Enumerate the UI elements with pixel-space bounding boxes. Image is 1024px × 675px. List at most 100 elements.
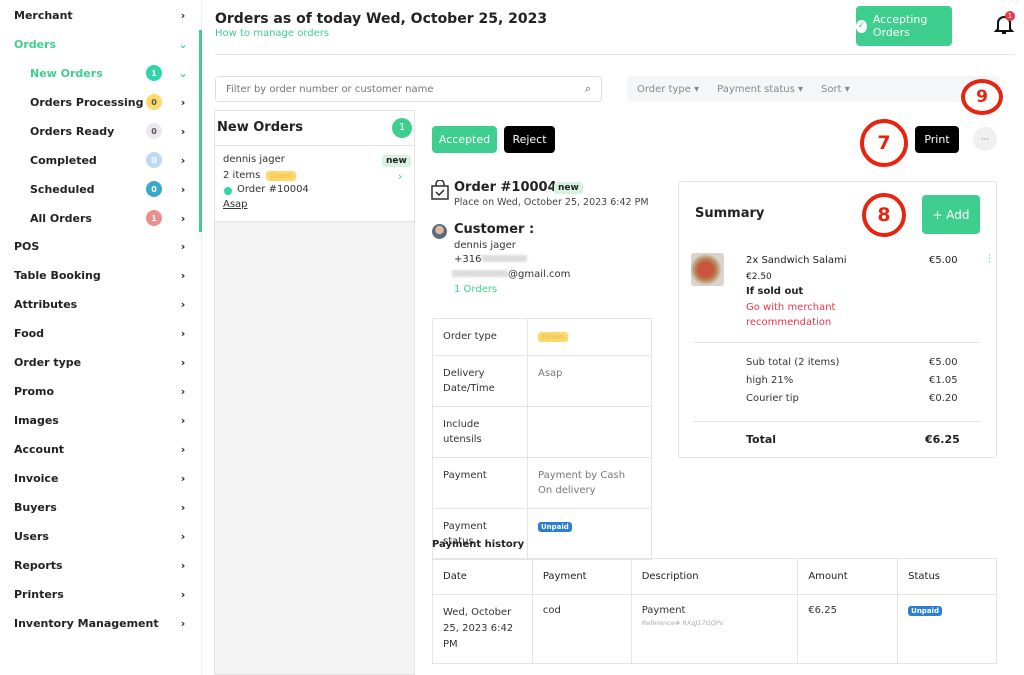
- sidebar-item-buyers[interactable]: Buyers ›: [14, 498, 190, 516]
- accepting-orders-button[interactable]: ✓ Accepting Orders: [856, 6, 952, 46]
- help-link[interactable]: How to manage orders: [215, 28, 329, 39]
- sidebar-item-account[interactable]: Account ›: [14, 440, 190, 458]
- sidebar-item-new-orders[interactable]: New Orders 1 ⌄: [30, 64, 190, 82]
- order-card[interactable]: dennis jager new 2 items Dinein › Order …: [215, 146, 414, 222]
- chevron-right-icon[interactable]: ›: [176, 154, 190, 167]
- sidebar-item-label: Orders Processing: [30, 95, 144, 109]
- more-options-button[interactable]: ···: [973, 127, 997, 151]
- payment-status-dropdown[interactable]: Payment status ▾: [717, 84, 803, 95]
- chevron-right-icon[interactable]: ›: [176, 269, 190, 282]
- sidebar-item-reports[interactable]: Reports ›: [14, 556, 190, 574]
- item-menu-icon[interactable]: ⋮: [985, 254, 994, 264]
- order-card-customer: dennis jager: [223, 154, 285, 165]
- check-circle-icon: ✓: [856, 19, 867, 33]
- sidebar-item-promo[interactable]: Promo ›: [14, 382, 190, 400]
- sidebar-item-label: Food: [14, 326, 45, 340]
- order-card-type: Dinein: [266, 171, 297, 181]
- column-header: Description: [630, 558, 799, 595]
- customer-name: dennis jager: [454, 240, 516, 251]
- chevron-right-icon[interactable]: ›: [176, 617, 190, 630]
- status-badge: Unpaid: [908, 606, 942, 616]
- chevron-right-icon[interactable]: ›: [176, 183, 190, 196]
- search-input[interactable]: [216, 77, 556, 101]
- chevron-right-icon[interactable]: ›: [176, 96, 190, 109]
- info-row: Include utensils: [432, 406, 652, 458]
- chevron-right-icon[interactable]: ›: [176, 240, 190, 253]
- chevron-right-icon[interactable]: ›: [176, 356, 190, 369]
- order-type-dropdown[interactable]: Order type ▾: [637, 84, 699, 95]
- sidebar-item-table-booking[interactable]: Table Booking ›: [14, 266, 190, 284]
- sidebar-item-printers[interactable]: Printers ›: [14, 585, 190, 603]
- accepting-orders-label: Accepting Orders: [872, 13, 928, 39]
- status-dot: [224, 187, 232, 195]
- chevron-right-icon[interactable]: ›: [176, 472, 190, 485]
- sidebar-item-food[interactable]: Food ›: [14, 324, 190, 342]
- chevron-right-icon[interactable]: ›: [176, 530, 190, 543]
- chevron-right-icon[interactable]: ›: [176, 385, 190, 398]
- sidebar-item-pos[interactable]: POS ›: [14, 237, 190, 255]
- summary-row-value: €0.20: [929, 393, 958, 404]
- print-button[interactable]: Print: [915, 126, 959, 153]
- summary-row-label: Courier tip: [746, 393, 799, 404]
- sidebar-item-completed[interactable]: Completed 0 ›: [30, 151, 190, 169]
- accepted-button[interactable]: Accepted: [432, 126, 497, 153]
- chevron-right-icon[interactable]: ›: [176, 125, 190, 138]
- sort-dropdown[interactable]: Sort ▾: [821, 84, 850, 95]
- sidebar-item-label: Completed: [30, 153, 97, 167]
- summary-card: Summary + Add 2x Sandwich Salami €5.00 ⋮…: [678, 181, 997, 458]
- sidebar-item-orders-processing[interactable]: Orders Processing 0 ›: [30, 93, 190, 111]
- chevron-down-icon[interactable]: ⌄: [176, 67, 190, 80]
- order-card-number: Order #10004: [237, 184, 309, 195]
- sidebar-item-invoice[interactable]: Invoice ›: [14, 469, 190, 487]
- sidebar-item-merchant[interactable]: Merchant ›: [14, 6, 190, 24]
- chevron-right-icon[interactable]: ›: [176, 9, 190, 22]
- orders-list-count: 1: [392, 118, 412, 138]
- chevron-right-icon[interactable]: ›: [176, 501, 190, 514]
- sidebar-item-all-orders[interactable]: All Orders 1 ›: [30, 209, 190, 227]
- notification-bell[interactable]: 1: [993, 11, 1016, 38]
- sidebar-item-order-type[interactable]: Order type ›: [14, 353, 190, 371]
- sidebar-item-orders-ready[interactable]: Orders Ready 0 ›: [30, 122, 190, 140]
- count-badge: 0: [146, 123, 162, 139]
- add-item-button[interactable]: + Add: [922, 195, 980, 234]
- chevron-down-icon[interactable]: ⌄: [176, 38, 190, 51]
- sidebar-item-label: Orders Ready: [30, 124, 115, 138]
- orders-list-title: New Orders: [217, 120, 303, 135]
- page-title: Orders as of today Wed, October 25, 2023: [215, 11, 548, 27]
- reject-button[interactable]: Reject: [504, 126, 555, 153]
- sidebar-item-inventory-management[interactable]: Inventory Management ›: [14, 614, 190, 632]
- sidebar-item-label: Promo: [14, 384, 55, 398]
- status-badge: Unpaid: [538, 522, 572, 532]
- customer-orders-link[interactable]: 1 Orders: [454, 284, 497, 295]
- count-badge: 0: [146, 152, 162, 168]
- annotation-8: 8: [862, 193, 906, 237]
- chevron-right-icon[interactable]: ›: [176, 559, 190, 572]
- chevron-right-icon[interactable]: ›: [176, 298, 190, 311]
- sidebar-item-label: Scheduled: [30, 182, 95, 196]
- customer-phone: +316: [454, 254, 528, 265]
- filter-bar: Order type ▾ Payment status ▾ Sort ▾: [627, 76, 1000, 102]
- sidebar-item-users[interactable]: Users ›: [14, 527, 190, 545]
- item-image: [691, 253, 724, 286]
- search-field[interactable]: ⌕: [215, 76, 602, 102]
- chevron-right-icon[interactable]: ›: [398, 170, 402, 183]
- payment-amount: €6.25: [808, 605, 837, 616]
- sidebar-item-label: Account: [14, 442, 65, 456]
- sidebar-item-orders[interactable]: Orders ⌄: [14, 35, 190, 53]
- chevron-right-icon[interactable]: ›: [176, 588, 190, 601]
- sidebar-item-attributes[interactable]: Attributes ›: [14, 295, 190, 313]
- search-icon[interactable]: ⌕: [585, 82, 591, 96]
- sidebar-item-label: Merchant: [14, 8, 73, 22]
- notification-count: 1: [1005, 11, 1015, 21]
- chevron-right-icon[interactable]: ›: [176, 212, 190, 225]
- item-price: €5.00: [929, 255, 958, 266]
- column-header: Date: [432, 558, 533, 595]
- chevron-right-icon[interactable]: ›: [176, 327, 190, 340]
- info-value: Asap: [538, 368, 563, 379]
- chevron-right-icon[interactable]: ›: [176, 443, 190, 456]
- sidebar-item-scheduled[interactable]: Scheduled 0 ›: [30, 180, 190, 198]
- sidebar-item-images[interactable]: Images ›: [14, 411, 190, 429]
- chevron-right-icon[interactable]: ›: [176, 414, 190, 427]
- sidebar-item-label: Table Booking: [14, 268, 101, 282]
- shopping-bag-icon: [431, 180, 449, 200]
